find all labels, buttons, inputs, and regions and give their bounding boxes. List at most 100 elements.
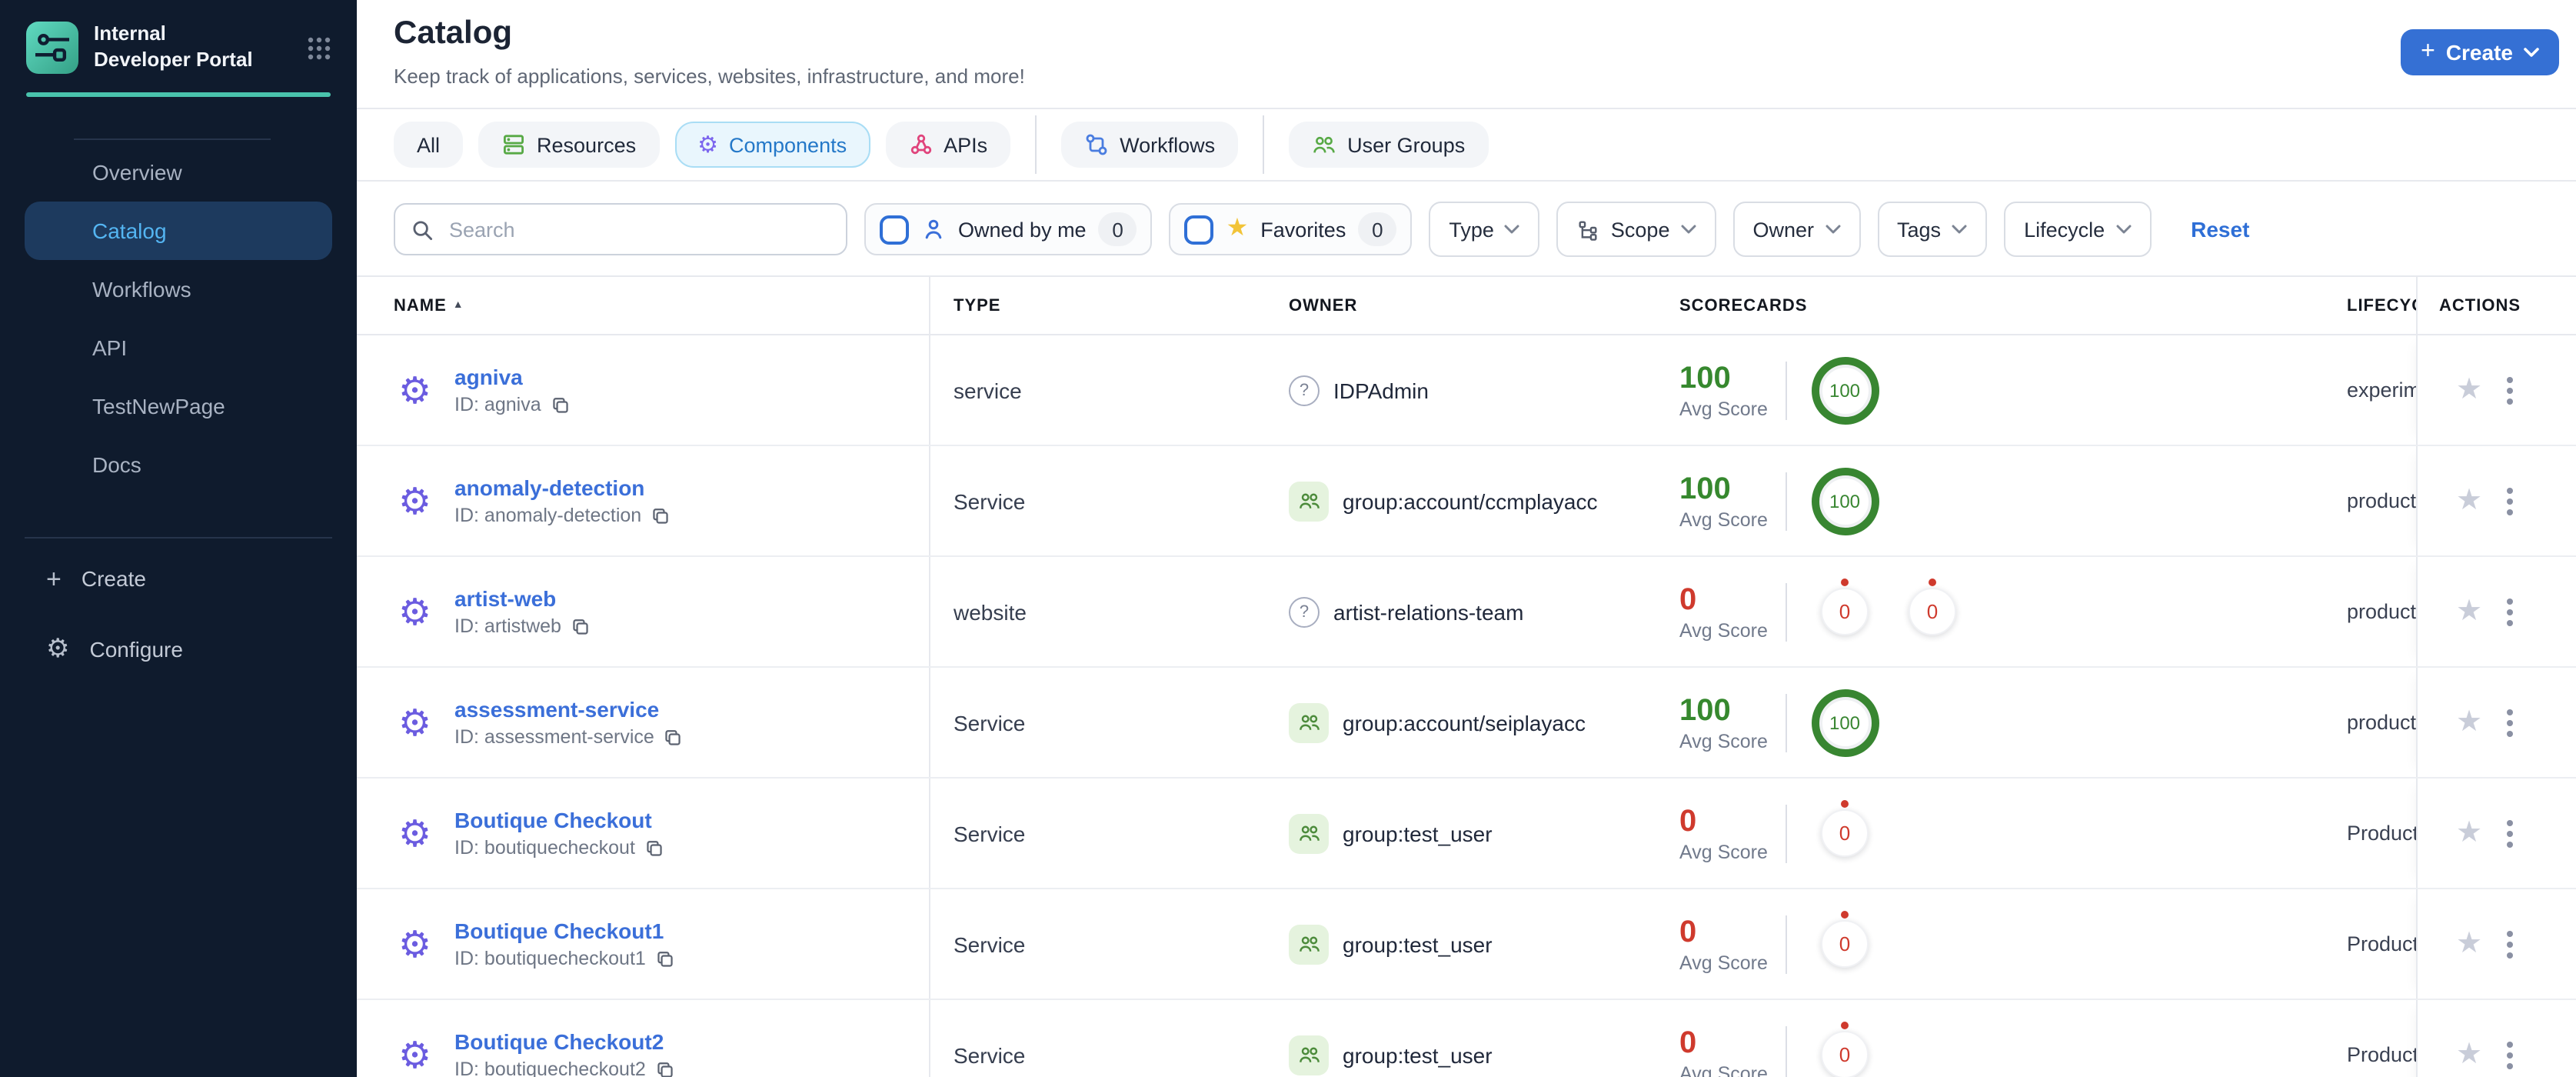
table-row: ⚙ anomaly-detection ID: anomaly-detectio…	[357, 446, 2576, 557]
kebab-menu-icon[interactable]	[2502, 593, 2518, 630]
sidebar-item-docs[interactable]: Docs	[25, 435, 332, 494]
entity-id: ID: assessment-service	[454, 726, 654, 748]
scorecard-ring[interactable]: 100	[1801, 467, 1889, 535]
group-icon	[1299, 715, 1319, 730]
chevron-down-icon	[2115, 225, 2131, 234]
filter-bar: Owned by me 0 ★ Favorites 0 Type Scope Own…	[357, 182, 2576, 277]
ring-score-value: 0	[1839, 600, 1851, 623]
sidebar-configure-button[interactable]: ⚙ Configure	[0, 619, 357, 680]
tab-apis[interactable]: APIs	[885, 122, 1011, 168]
score-divider	[1786, 361, 1787, 419]
scorecard-ring[interactable]: 0	[1801, 579, 1889, 635]
column-header-scorecards[interactable]: SCORECARDS	[1679, 296, 2347, 315]
sidebar-item-overview[interactable]: Overview	[25, 143, 332, 202]
filter-dropdowns: Type Scope Owner Tags Lifecycle	[1429, 202, 2152, 257]
scorecard-ring[interactable]: 0	[1801, 911, 1889, 968]
entity-name-link[interactable]: agniva	[454, 365, 571, 389]
column-header-name[interactable]: NAME ▲	[357, 277, 930, 334]
scorecard-ring[interactable]: 100	[1801, 689, 1889, 756]
tab-resources[interactable]: Resources	[478, 122, 660, 168]
copy-icon[interactable]	[655, 949, 675, 969]
scorecard-ring[interactable]: 0	[1801, 800, 1889, 857]
scorecard-ring[interactable]: 0	[1889, 579, 1976, 635]
tab-label: All	[417, 133, 441, 156]
copy-icon[interactable]	[664, 727, 684, 747]
sidebar-item-workflows[interactable]: Workflows	[25, 260, 332, 318]
favorite-star-icon[interactable]: ★	[2456, 597, 2482, 626]
actions-cell: ★	[2416, 889, 2576, 999]
scorecard-rings: 0	[1801, 1022, 1889, 1077]
favorite-star-icon[interactable]: ★	[2456, 929, 2482, 959]
copy-icon[interactable]	[651, 505, 671, 525]
kebab-menu-icon[interactable]	[2502, 1036, 2518, 1073]
column-header-actions: ACTIONS	[2416, 277, 2576, 334]
tab-components[interactable]: ⚙ Components	[674, 122, 870, 168]
favorite-star-icon[interactable]: ★	[2456, 375, 2482, 405]
favorite-star-icon[interactable]: ★	[2456, 708, 2482, 737]
column-header-owner[interactable]: OWNER	[1289, 296, 1679, 315]
app-grid-icon[interactable]	[306, 35, 332, 61]
copy-icon[interactable]	[655, 1059, 675, 1077]
search-box[interactable]	[394, 203, 847, 255]
tab-workflows[interactable]: Workflows	[1061, 122, 1239, 168]
create-button[interactable]: + Create	[2401, 29, 2559, 75]
sort-asc-icon[interactable]: ▲	[453, 300, 464, 311]
favorite-star-icon[interactable]: ★	[2456, 486, 2482, 515]
column-header-lifecycle[interactable]: LIFECYCLE	[2347, 296, 2416, 315]
search-input[interactable]	[446, 216, 830, 242]
favorite-star-icon[interactable]: ★	[2456, 819, 2482, 848]
name-cell: ⚙ Boutique Checkout ID: boutiquecheckout	[357, 779, 930, 888]
sidebar-item-catalog[interactable]: Catalog	[25, 202, 332, 260]
search-icon	[413, 220, 433, 240]
gear-icon: ⚙	[46, 633, 70, 664]
entity-name-link[interactable]: Boutique Checkout1	[454, 919, 675, 943]
scorecard-ring[interactable]: 100	[1801, 356, 1889, 424]
favorite-star-icon[interactable]: ★	[2456, 1040, 2482, 1069]
scorecard-ring[interactable]: 0	[1801, 1022, 1889, 1077]
filter-dropdown-owner[interactable]: Owner	[1732, 202, 1860, 257]
scope-icon	[1579, 220, 1598, 240]
copy-icon[interactable]	[644, 838, 664, 858]
filter-dropdown-lifecycle[interactable]: Lifecycle	[2004, 202, 2152, 257]
column-header-type[interactable]: TYPE	[930, 296, 1289, 315]
filter-dropdown-scope[interactable]: Scope	[1556, 202, 1716, 257]
scorecards-cell: 100 Avg Score 100	[1679, 446, 2347, 555]
kebab-menu-icon[interactable]	[2502, 704, 2518, 741]
sidebar-create-button[interactable]: + Create	[0, 548, 357, 609]
copy-icon[interactable]	[571, 616, 591, 636]
actions-cell: ★	[2416, 446, 2576, 555]
ring-score-value: 100	[1829, 712, 1861, 733]
filter-dropdown-tags[interactable]: Tags	[1877, 202, 1988, 257]
score-divider	[1786, 472, 1787, 530]
dropdown-label: Scope	[1610, 218, 1670, 241]
entity-name-link[interactable]: artist-web	[454, 586, 591, 611]
kebab-menu-icon[interactable]	[2502, 372, 2518, 408]
dropdown-label: Tags	[1897, 218, 1942, 241]
owner-name: artist-relations-team	[1333, 599, 1524, 624]
sidebar-item-testnewpage[interactable]: TestNewPage	[25, 377, 332, 435]
kebab-menu-icon[interactable]	[2502, 482, 2518, 519]
sidebar-item-api[interactable]: API	[25, 318, 332, 377]
tab-all[interactable]: All	[394, 122, 464, 168]
actions-cell: ★	[2416, 557, 2576, 666]
lifecycle-value: production	[2347, 489, 2416, 512]
filter-dropdown-type[interactable]: Type	[1429, 202, 1540, 257]
avg-score-value: 0	[1679, 804, 1697, 838]
entity-name-link[interactable]: anomaly-detection	[454, 475, 671, 500]
entity-name-link[interactable]: Boutique Checkout2	[454, 1029, 675, 1054]
kebab-menu-icon[interactable]	[2502, 925, 2518, 962]
kebab-menu-icon[interactable]	[2502, 815, 2518, 852]
apis-icon	[910, 134, 931, 155]
tab-user-groups[interactable]: User Groups	[1289, 122, 1489, 168]
owned-by-me-filter[interactable]: Owned by me 0	[864, 203, 1153, 255]
sidebar-header: Internal Developer Portal	[0, 0, 357, 89]
sidebar-create-label: Create	[81, 566, 146, 591]
favorites-checkbox[interactable]	[1184, 215, 1214, 244]
entity-type: Service	[954, 488, 1026, 513]
favorites-filter[interactable]: ★ Favorites 0	[1169, 203, 1413, 255]
reset-filters-link[interactable]: Reset	[2191, 217, 2249, 242]
owned-by-me-checkbox[interactable]	[880, 215, 909, 244]
entity-name-link[interactable]: Boutique Checkout	[454, 808, 664, 832]
entity-name-link[interactable]: assessment-service	[454, 697, 684, 722]
copy-icon[interactable]	[551, 395, 571, 415]
